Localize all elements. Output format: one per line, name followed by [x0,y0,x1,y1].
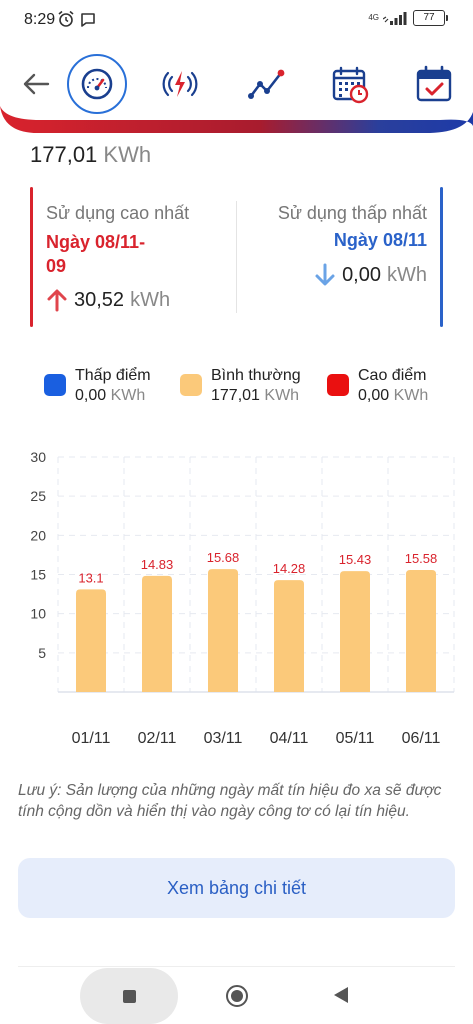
y-tick-label: 30 [30,449,46,465]
legend-swatch-off-peak [44,374,66,396]
highest-usage-value: 30,52 [74,288,125,311]
lowest-usage-value-row: 0,00 kWh [237,263,427,287]
y-tick-label: 15 [30,567,46,583]
x-tick-label: 01/11 [72,730,111,747]
chat-bubble-icon [80,12,96,33]
total-consumption: 177,01 KWh [30,142,151,168]
line-trend-icon [248,69,285,99]
y-tick-label: 25 [30,488,46,504]
legend-label-off-peak: Thấp điểm [75,367,151,384]
nav-power-button[interactable] [150,54,210,114]
note-text: Lưu ý: Sản lượng của những ngày mất tín … [18,782,442,820]
bar-value-label: 15.68 [207,550,240,565]
system-back-button[interactable] [334,987,348,1003]
view-detail-table-button[interactable]: Xem bảng chi tiết [18,858,455,918]
calendar-clock-icon [332,66,369,104]
bar-value-label: 13.1 [78,570,103,585]
high-accent-bar [30,187,33,327]
nav-calendar-check-button[interactable] [404,54,464,114]
nav-trend-button[interactable] [236,54,296,114]
legend-swatch-peak [327,374,349,396]
legend-unit-peak: KWh [393,387,429,404]
legend-value-off-peak: 0,00 [75,387,107,404]
x-tick-label: 02/11 [138,730,177,747]
battery-icon: 77 [413,10,448,26]
lowest-usage-title: Sử dụng thấp nhất [277,203,427,223]
y-tick-label: 10 [30,606,46,622]
network-type: 4G [368,13,379,22]
lowest-usage-value: 0,00 [342,263,381,286]
lowest-usage-date: Ngày 08/11 [333,230,427,250]
highest-usage-date: Ngày 08/11- 09 [46,230,226,278]
lowest-usage-unit: kWh [387,263,427,286]
highest-usage-unit: kWh [130,288,171,311]
home-button[interactable] [226,985,248,1007]
speedometer-icon [81,68,113,100]
bar-value-label: 14.83 [141,557,174,572]
daily-usage-chart: 5 10 15 20 25 30 13.1 01/11 14.83 02/11 15.68 03/11… [0,440,473,760]
bar [274,580,304,692]
lowest-usage: Sử dụng thấp nhất Ngày 08/11 0,00 kWh [237,203,427,287]
legend-label-peak: Cao điểm [358,367,427,384]
square-icon [122,989,136,1003]
legend-swatch-normal [180,374,202,396]
arrow-down-icon [315,263,335,286]
bar [208,569,238,692]
nav-speedometer-button[interactable] [67,54,127,114]
chart-legend: Thấp điểm 0,00 KWh Bình thường 177,01 KW… [44,366,464,416]
bar [340,571,370,692]
legend-item-peak: Cao điểm 0,00 KWh [327,366,428,406]
calendar-check-icon [416,65,452,102]
legend-label-normal: Bình thường [211,367,301,384]
x-tick-label: 04/11 [270,730,309,747]
system-navigation-bar [0,968,473,1024]
alarm-clock-icon [57,10,75,33]
x-tick-label: 05/11 [336,730,375,747]
y-tick-label: 5 [38,645,46,661]
recent-apps-button[interactable] [80,968,178,1024]
low-accent-bar [440,187,443,327]
daily-usage-chart-svg: 5 10 15 20 25 30 13.1 01/11 14.83 02/11 15.68 03/11… [30,449,455,747]
arrow-up-icon [47,289,67,312]
bar [76,589,106,692]
bar-value-label: 15.43 [339,552,372,567]
bar-value-label: 15.58 [405,551,438,566]
legend-unit-normal: KWh [264,387,300,404]
circle-icon [231,990,243,1002]
signal-icon [383,12,407,25]
bottom-divider [18,966,455,967]
arrow-left-icon [23,73,50,95]
back-button[interactable] [6,54,66,114]
highest-usage-date-line2: 09 [46,256,67,276]
usage-summary-card: Sử dụng cao nhất Ngày 08/11- 09 30,52 kW… [30,187,443,327]
y-tick-label: 20 [30,527,46,543]
bar [142,575,172,692]
power-signal-icon [162,71,198,97]
highest-usage-value-row: 30,52 kWh [46,288,226,312]
total-unit: KWh [103,142,152,167]
legend-value-peak: 0,00 [358,387,390,404]
status-bar: 8:29 4G 77 [0,0,473,40]
status-indicators: 4G 77 [368,10,448,26]
top-navigation [0,40,473,138]
x-tick-label: 03/11 [204,730,243,747]
highest-usage-date-line1: Ngày 08/11- [46,232,146,252]
nav-calendar-clock-button[interactable] [320,54,380,114]
legend-item-normal: Bình thường 177,01 KWh [180,366,301,406]
highest-usage-title: Sử dụng cao nhất [46,203,190,223]
x-tick-label: 06/11 [402,730,441,747]
status-time: 8:29 [24,11,56,28]
legend-item-off-peak: Thấp điểm 0,00 KWh [44,366,151,406]
legend-unit-off-peak: KWh [110,387,146,404]
highest-usage: Sử dụng cao nhất Ngày 08/11- 09 30,52 kW… [46,203,226,312]
legend-value-normal: 177,01 [211,387,260,404]
bar-value-label: 14.28 [273,561,306,576]
total-value: 177,01 [30,142,98,167]
bar [406,569,436,692]
